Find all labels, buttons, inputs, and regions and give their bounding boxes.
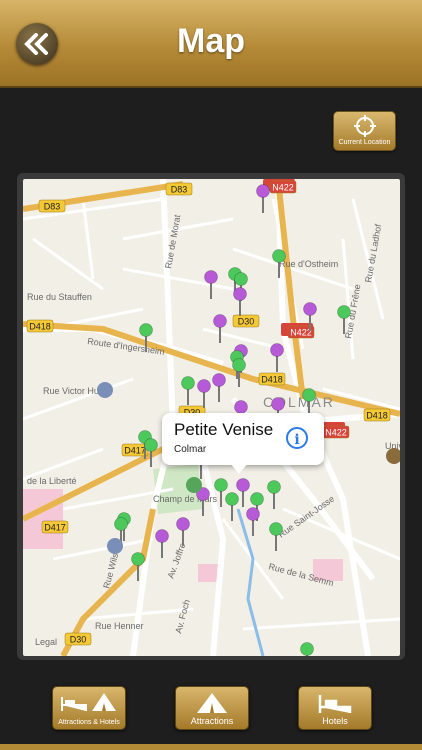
svg-text:D30: D30	[70, 635, 87, 645]
svg-text:N422: N422	[272, 183, 294, 193]
green-map-pin[interactable]	[267, 480, 281, 510]
street-label: Av. Foch	[173, 598, 192, 634]
attractions-and-hotels-button[interactable]: Attractions & Hotels	[52, 686, 126, 730]
map-callout[interactable]: Petite Venise Colmar i	[162, 413, 324, 465]
purple-map-pin[interactable]	[233, 287, 247, 317]
road-shield: D83	[38, 199, 66, 213]
green-map-pin[interactable]	[181, 376, 195, 406]
hotels-button[interactable]: Hotels	[298, 686, 372, 730]
road-shield: D418	[26, 319, 54, 333]
street-label: Rue Henner	[95, 621, 144, 631]
street-label: Av. Joffre	[165, 541, 187, 579]
street-label: Rue du Stauffen	[27, 292, 92, 302]
svg-text:D418: D418	[366, 411, 388, 421]
svg-text:D83: D83	[44, 202, 61, 212]
svg-text:D30: D30	[238, 317, 255, 327]
svg-text:N422: N422	[325, 428, 347, 438]
purple-map-pin[interactable]	[246, 507, 260, 537]
street-label: Rue d'Ostheim	[279, 259, 338, 269]
purple-map-pin[interactable]	[213, 314, 227, 344]
green-map-pin[interactable]	[225, 492, 239, 522]
purple-map-pin[interactable]	[155, 529, 169, 559]
road-shield: N422	[322, 425, 350, 439]
tram-station-icon	[107, 538, 123, 554]
bed-tent-icon	[61, 693, 116, 711]
bed-icon	[318, 695, 352, 713]
callout-title: Petite Venise	[174, 420, 274, 439]
train-station-icon	[97, 382, 113, 398]
tent-icon	[197, 693, 227, 713]
attractions-label: Attractions	[190, 716, 234, 726]
header-bar: Map	[0, 0, 422, 88]
svg-text:D418: D418	[29, 322, 51, 332]
attractions-button[interactable]: Attractions	[175, 686, 249, 730]
page-title: Map	[177, 22, 245, 60]
street-label: de la Liberté	[27, 476, 77, 486]
purple-map-pin[interactable]	[236, 478, 250, 508]
purple-map-pin[interactable]	[256, 184, 270, 214]
road-shield: D30	[232, 314, 260, 328]
svg-text:D417: D417	[44, 523, 66, 533]
attractions-and-hotels-label: Attractions & Hotels	[58, 719, 120, 726]
info-button[interactable]: i	[286, 427, 308, 449]
svg-text:N422: N422	[290, 328, 312, 338]
current-location-button[interactable]: Current Location	[333, 111, 396, 151]
bottom-accent-bar	[0, 744, 422, 750]
purple-map-pin[interactable]	[212, 373, 226, 403]
park-icon	[186, 477, 202, 493]
hotels-label: Hotels	[322, 716, 348, 726]
callout-subtitle: Colmar	[174, 444, 207, 455]
road-shield: D83	[165, 182, 193, 196]
road-shield: D417	[41, 520, 69, 534]
green-map-pin[interactable]	[300, 642, 314, 657]
road-shield: D418	[363, 408, 391, 422]
purple-map-pin[interactable]	[197, 379, 211, 409]
road-shield: N422	[269, 180, 297, 194]
svg-text:D417: D417	[124, 446, 146, 456]
street-label: Legal	[35, 637, 57, 647]
svg-text:D418: D418	[261, 375, 283, 385]
callout-pointer	[230, 463, 248, 474]
crosshair-icon	[354, 115, 376, 137]
road-shield: D418	[258, 372, 286, 386]
bottom-toolbar: Attractions & Hotels Attractions Hotels	[0, 672, 422, 750]
purple-map-pin[interactable]	[270, 343, 284, 373]
current-location-label: Current Location	[338, 139, 391, 146]
svg-text:D83: D83	[171, 185, 188, 195]
road-shield: D30	[64, 632, 92, 646]
